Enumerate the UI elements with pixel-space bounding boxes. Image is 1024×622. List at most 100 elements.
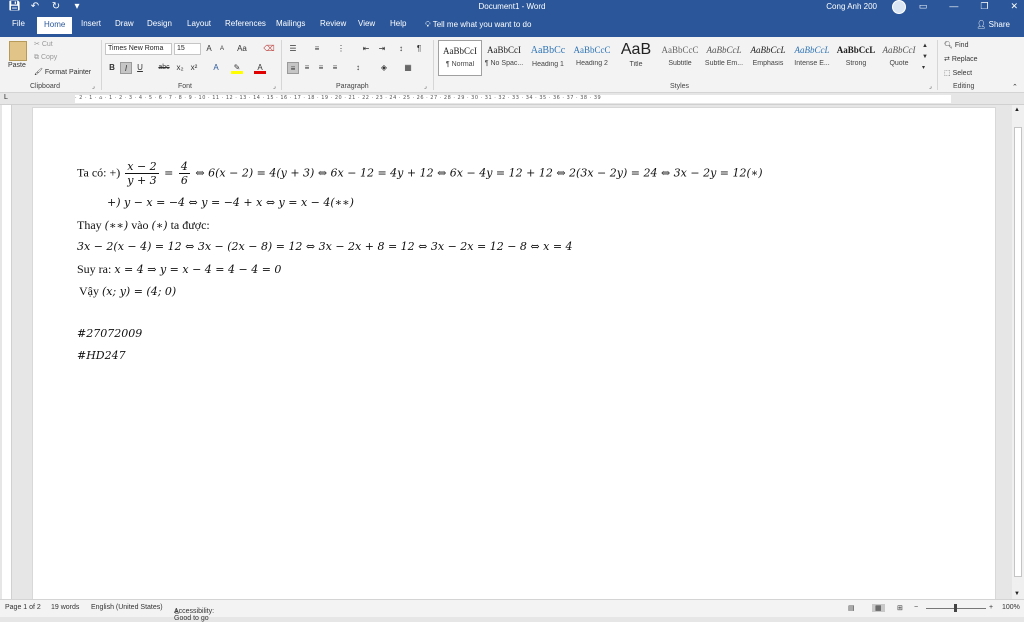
ribbon-display-icon[interactable]: ▭ [919,1,928,12]
tell-me-search[interactable]: 💡︎ Tell me what you want to do [425,20,531,30]
underline-icon[interactable]: U [134,62,146,74]
justify-icon[interactable]: ≡ [329,62,341,74]
sort-icon[interactable]: ↕ [395,43,407,55]
zoom-in-icon[interactable]: + [989,604,993,611]
tab-draw[interactable]: Draw [115,19,134,28]
find-button[interactable]: 🔍︎ Find [944,41,968,49]
font-launcher-icon[interactable]: ⌟ [273,83,276,90]
style-subtitle[interactable]: AaBbCcC Subtitle [658,40,702,76]
scroll-up-icon[interactable]: ▲ [1014,107,1020,113]
paragraph-launcher-icon[interactable]: ⌟ [424,83,427,90]
clipboard-launcher-icon[interactable]: ⌟ [92,83,95,90]
tab-view[interactable]: View [358,19,375,28]
tab-file[interactable]: File [12,19,25,28]
tab-design[interactable]: Design [147,19,172,28]
font-size-select[interactable]: 15 [174,43,201,55]
web-layout-icon[interactable]: ⊞ [897,604,903,612]
close-icon[interactable]: ✕ [1010,1,1018,12]
style-name: Quote [889,60,909,67]
style-intense-emphasis[interactable]: AaBbCcL Intense E... [790,40,834,76]
tab-help[interactable]: Help [390,19,406,28]
decrease-indent-icon[interactable]: ⇤ [360,43,372,55]
fraction: x − 2y + 3 [125,160,159,187]
change-case-icon[interactable]: Aa [236,43,248,55]
styles-gallery-scroll[interactable]: ▲ ▼ ▾ [922,41,928,74]
increase-indent-icon[interactable]: ⇥ [376,43,388,55]
tab-references[interactable]: References [225,19,266,28]
grow-font-icon[interactable]: A [203,43,215,55]
search-icon: 🔍︎ [944,42,955,49]
paste-button[interactable]: Paste [8,62,26,69]
style-sample: AaB [620,41,652,58]
zoom-slider-thumb[interactable] [954,604,957,612]
line-spacing-icon[interactable]: ↕ [352,62,364,74]
align-left-icon[interactable]: ≡ [287,62,299,74]
share-button[interactable]: 👤︎ Share [976,20,1010,29]
cut-button[interactable]: ✂ Cut [34,40,53,48]
styles-group-label: Styles [670,83,690,90]
doc-line-3: Thay (∗∗) vào (∗) ta được: [77,218,210,233]
style-no-spacing[interactable]: AaBbCcI ¶ No Spac... [482,40,526,76]
style-strong[interactable]: AaBbCcL Strong [834,40,878,76]
font-color-icon[interactable]: A [254,62,266,74]
strikethrough-icon[interactable]: abc [158,62,170,74]
horizontal-ruler[interactable]: L · 2 · 1 · ⌂ · 1 · 2 · 3 · 4 · 5 · 6 · … [0,93,1024,105]
scroll-down-icon[interactable]: ▼ [1014,591,1020,597]
tab-insert[interactable]: Insert [81,19,101,28]
page-indicator[interactable]: Page 1 of 2 [5,604,41,611]
numbering-icon[interactable]: ≡ [311,43,323,55]
align-center-icon[interactable]: ≡ [301,62,313,74]
select-button[interactable]: ⬚ Select [944,69,972,77]
tab-home[interactable]: Home [37,17,73,34]
minimize-icon[interactable]: — [949,1,958,12]
align-right-icon[interactable]: ≡ [315,62,327,74]
style-heading-2[interactable]: AaBbCcC Heading 2 [570,40,614,76]
superscript-icon[interactable]: x² [188,62,200,74]
styles-launcher-icon[interactable]: ⌟ [929,83,932,90]
print-layout-icon[interactable]: ▦ [872,604,885,612]
word-count[interactable]: 19 words [51,604,79,611]
scissors-icon: ✂ [34,41,42,48]
clear-formatting-icon[interactable]: ⌫ [263,43,275,55]
style-subtle-emphasis[interactable]: AaBbCcL Subtle Em... [702,40,746,76]
document-page[interactable]: Ta có: +) x − 2y + 3 = 46 ⇔ 6(x − 2) = 4… [32,107,996,617]
vertical-ruler[interactable] [2,105,12,599]
style-emphasis[interactable]: AaBbCcL Emphasis [746,40,790,76]
language-indicator[interactable]: English (United States) [91,604,163,611]
scroll-thumb[interactable] [1014,127,1022,577]
bullets-icon[interactable]: ☰ [287,43,299,55]
style-heading-1[interactable]: AaBbCc Heading 1 [526,40,570,76]
style-title[interactable]: AaB Title [614,40,658,76]
restore-icon[interactable]: ❐ [980,1,988,12]
subscript-icon[interactable]: x₂ [174,62,186,74]
font-family-select[interactable]: Times New Roma [105,43,172,55]
select-label: Select [952,70,973,77]
highlight-icon[interactable]: ✎ [231,62,243,74]
text-effects-icon[interactable]: A [210,62,222,74]
tab-layout[interactable]: Layout [187,19,211,28]
read-mode-icon[interactable]: ▤ [848,604,855,612]
shrink-font-icon[interactable]: A [216,43,228,55]
italic-icon[interactable]: I [120,62,132,74]
paste-icon[interactable] [9,41,27,61]
tab-selector-icon[interactable]: L [4,94,8,101]
style-normal[interactable]: AaBbCcI ¶ Normal [438,40,482,76]
tab-mailings[interactable]: Mailings [276,19,305,28]
bold-icon[interactable]: B [106,62,118,74]
shading-icon[interactable]: ◈ [378,62,390,74]
borders-icon[interactable]: ▦ [402,62,414,74]
doc-line-4: 3x − 2(x − 4) = 12 ⇔ 3x − (2x − 8) = 12 … [77,240,573,253]
zoom-level[interactable]: 100% [1002,604,1020,611]
copy-button[interactable]: ⧉ Copy [34,54,57,62]
format-painter-button[interactable]: 🖌︎ Format Painter [34,68,91,76]
style-quote[interactable]: AaBbCcI Quote [877,40,921,76]
multilevel-list-icon[interactable]: ⋮ [335,43,347,55]
user-name[interactable]: Cong Anh 200 [826,2,877,11]
vertical-scrollbar[interactable]: ▲ ▼ [1012,105,1024,599]
zoom-out-icon[interactable]: − [914,604,918,611]
collapse-ribbon-icon[interactable]: ⌃ [1012,83,1018,91]
replace-button[interactable]: ⇄ Replace [944,55,978,63]
show-marks-icon[interactable]: ¶ [413,43,425,55]
avatar[interactable] [892,0,906,14]
tab-review[interactable]: Review [320,19,346,28]
